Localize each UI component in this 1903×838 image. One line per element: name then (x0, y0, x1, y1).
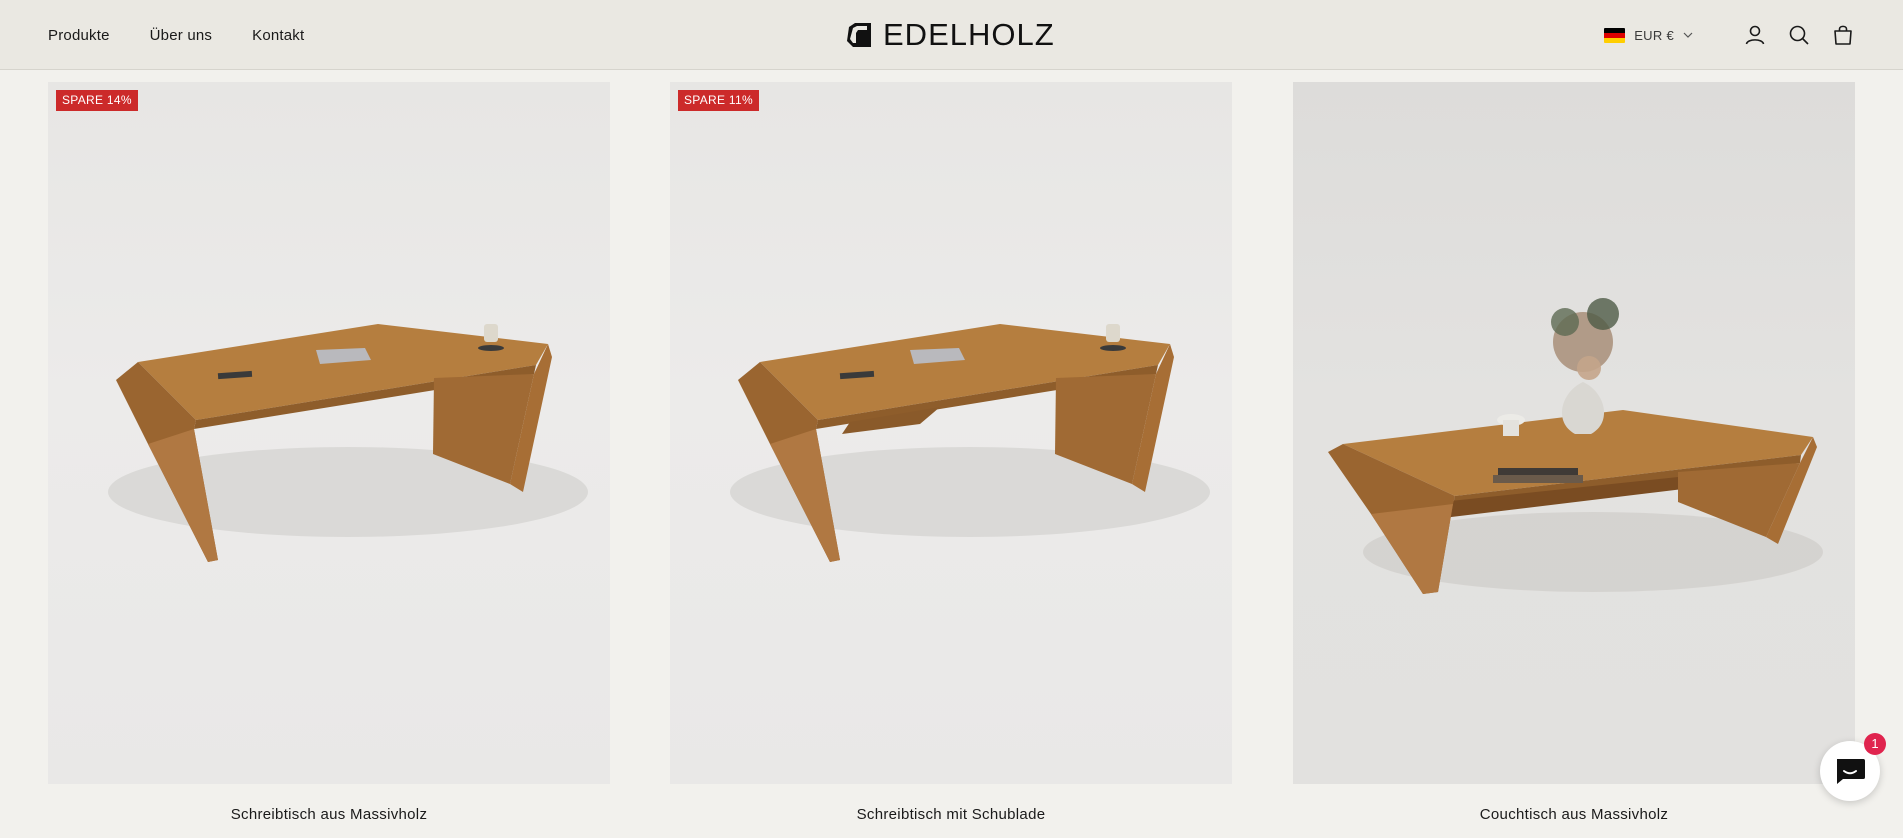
cart-bag-icon[interactable] (1831, 23, 1855, 47)
germany-flag-icon (1604, 27, 1626, 43)
logo-text: EDELHOLZ (883, 17, 1055, 52)
currency-label: EUR € (1634, 27, 1674, 43)
product-card[interactable]: SPARE 14% Schreibtisch aus Massivholz (48, 82, 610, 823)
search-icon[interactable] (1787, 23, 1811, 47)
header-tools: EUR € (1604, 0, 1855, 70)
product-image[interactable] (1293, 82, 1855, 784)
chevron-down-icon (1683, 32, 1693, 38)
nav-item-kontakt[interactable]: Kontakt (252, 27, 304, 44)
desk-with-drawer-illustration (730, 324, 1210, 562)
logo-mark-icon (847, 23, 871, 47)
product-title[interactable]: Couchtisch aus Massivholz (1293, 806, 1855, 823)
product-image[interactable]: SPARE 14% (48, 82, 610, 784)
main-nav: Produkte Über uns Kontakt (48, 0, 304, 70)
coffee-table-illustration (1328, 298, 1823, 594)
site-logo[interactable]: EDELHOLZ (845, 18, 1055, 52)
product-card[interactable]: SPARE 11% Schreibtisch mit Schublade (670, 82, 1232, 823)
nav-item-produkte[interactable]: Produkte (48, 27, 110, 44)
chat-bubble-icon (1837, 759, 1865, 784)
sale-badge: SPARE 11% (678, 90, 759, 111)
product-title[interactable]: Schreibtisch aus Massivholz (48, 806, 610, 823)
desk-illustration (108, 324, 588, 562)
sale-badge: SPARE 14% (56, 90, 138, 111)
chat-notification-badge: 1 (1864, 733, 1886, 755)
product-image[interactable]: SPARE 11% (670, 82, 1232, 784)
currency-selector[interactable]: EUR € (1604, 27, 1693, 43)
nav-item-ueber-uns[interactable]: Über uns (150, 27, 212, 44)
site-header: Produkte Über uns Kontakt EDELHOLZ EUR € (0, 0, 1903, 70)
product-title[interactable]: Schreibtisch mit Schublade (670, 806, 1232, 823)
account-icon[interactable] (1743, 23, 1767, 47)
product-card[interactable]: Couchtisch aus Massivholz (1293, 82, 1855, 823)
